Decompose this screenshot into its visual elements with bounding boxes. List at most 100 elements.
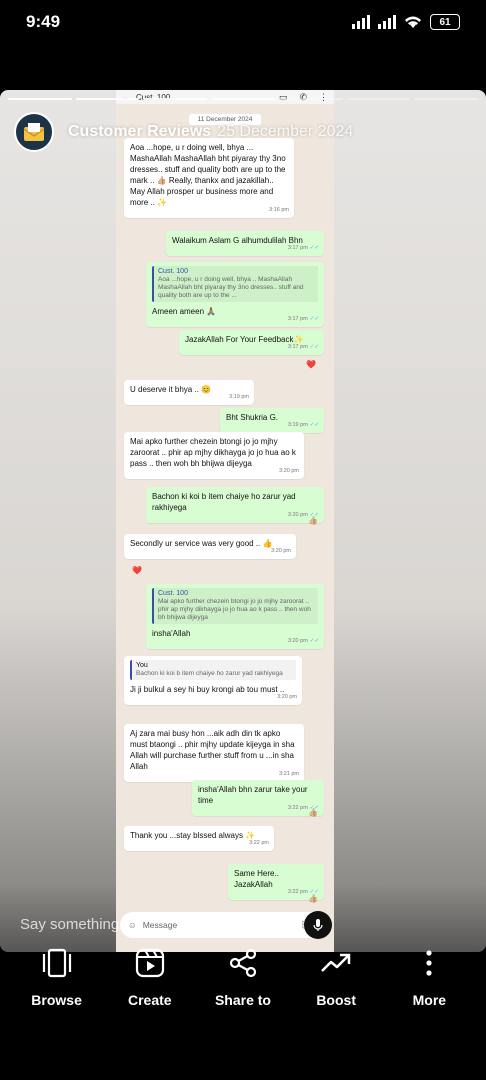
cell-signal-icon bbox=[352, 15, 370, 29]
chat-message: insha'Allah bhn zarur take your time 3:2… bbox=[192, 780, 324, 816]
read-ticks-icon: ✓✓ bbox=[309, 316, 319, 322]
progress-segment bbox=[346, 98, 411, 100]
browse-icon bbox=[41, 940, 73, 986]
message-text: Bachon ki koi b item chaiye ho zarur yad… bbox=[152, 492, 296, 512]
message-time: 3:20 pm bbox=[277, 694, 297, 700]
browse-label: Browse bbox=[31, 992, 82, 1008]
message-time: 3:20 pm bbox=[271, 548, 291, 554]
story-title[interactable]: Customer Reviews 25 December 2024 bbox=[68, 123, 353, 141]
quoted-message: You Bachon ki koi b item chaiye ho zarur… bbox=[130, 660, 296, 680]
chat-contact-name: Cust. 100 bbox=[136, 92, 171, 102]
browse-button[interactable]: Browse bbox=[17, 940, 97, 1040]
story-viewer[interactable]: ← Cust. 100 ▭ ✆ ⋮ 11 December 2024 Aoa .… bbox=[0, 90, 486, 952]
create-icon bbox=[135, 940, 165, 986]
chat-message: Cust. 100 Aoa ...hope, u r doing well, b… bbox=[146, 262, 324, 327]
back-arrow-icon: ← bbox=[122, 92, 130, 102]
chat-message: You Bachon ki koi b item chaiye ho zarur… bbox=[124, 656, 302, 705]
quoted-message: Cust. 100 Aoa ...hope, u r doing well, b… bbox=[152, 266, 318, 302]
message-time: 3:17 pm bbox=[287, 316, 308, 322]
quote-text: Mai apko further chezein btongi jo jo mj… bbox=[158, 598, 311, 621]
share-to-label: Share to bbox=[214, 992, 271, 1008]
boost-button[interactable]: Boost bbox=[296, 940, 376, 1040]
chat-input-placeholder: Message bbox=[142, 920, 178, 930]
reaction-thumbs-up-icon: 👍🏼 bbox=[308, 808, 318, 817]
more-button[interactable]: More bbox=[389, 940, 469, 1040]
progress-segment bbox=[143, 98, 208, 100]
reaction-heart-icon: ❤️ bbox=[132, 566, 142, 575]
message-text: Ji ji bulkul a sey hi buy krongi ab tou … bbox=[130, 685, 285, 694]
chat-message: JazakAllah For Your Feedback✨ 3:17 pm ✓✓ bbox=[179, 330, 324, 355]
progress-segment bbox=[211, 98, 275, 100]
message-text: Same Here.. JazakAllah bbox=[234, 869, 279, 889]
message-text: Aj zara mai busy hon ...aik adh din tk a… bbox=[130, 729, 295, 771]
reaction-thumbs-up-icon: 👍🏼 bbox=[308, 516, 318, 525]
quote-text: Aoa ...hope, u r doing well, bhya .. Mas… bbox=[158, 276, 304, 299]
avatar[interactable] bbox=[14, 112, 54, 152]
create-label: Create bbox=[127, 992, 172, 1008]
message-text: U deserve it bhya .. 😊 bbox=[130, 385, 212, 394]
message-text: Thank you ...stay blssed always ✨ bbox=[130, 831, 256, 840]
boost-icon bbox=[320, 940, 352, 986]
chat-message: Mai apko further chezein btongi jo jo mj… bbox=[124, 432, 304, 479]
chat-message: Bachon ki koi b item chaiye ho zarur yad… bbox=[146, 487, 324, 523]
message-time: 3:22 pm bbox=[249, 840, 269, 846]
message-text: JazakAllah For Your Feedback✨ bbox=[185, 335, 304, 344]
action-bar: Browse Create Share to Boost More bbox=[0, 940, 486, 1040]
message-time: 3:19 pm bbox=[287, 422, 308, 428]
message-text: insha'Allah bbox=[152, 629, 191, 638]
message-time: 3:21 pm bbox=[279, 771, 299, 777]
chat-message: Bht Shukria G. 3:19 pm ✓✓ bbox=[220, 408, 324, 433]
status-icons: 61 bbox=[352, 14, 460, 30]
story-progress bbox=[8, 98, 479, 100]
chat-screenshot: ← Cust. 100 ▭ ✆ ⋮ 11 December 2024 Aoa .… bbox=[116, 90, 334, 952]
message-time: 3:22 pm bbox=[287, 889, 308, 895]
quote-author: Cust. 100 bbox=[158, 590, 188, 597]
reaction-thumbs-up-icon: 👍🏼 bbox=[308, 894, 318, 903]
wifi-icon bbox=[405, 16, 421, 28]
chat-message: Thank you ...stay blssed always ✨ 3:22 p… bbox=[124, 826, 274, 851]
message-text: Bht Shukria G. bbox=[226, 413, 279, 422]
chat-message: Secondly ur service was very good .. 👍 3… bbox=[124, 534, 296, 559]
message-text: insha'Allah bhn zarur take your time bbox=[198, 785, 308, 805]
chat-header: ← Cust. 100 ▭ ✆ ⋮ bbox=[116, 90, 334, 104]
message-text: Walaikum Aslam G alhumdulilah Bhn bbox=[172, 236, 303, 245]
progress-segment bbox=[75, 98, 140, 100]
progress-segment bbox=[8, 98, 72, 100]
cell-signal-2-icon bbox=[378, 15, 396, 29]
quoted-message: Cust. 100 Mai apko further chezein btong… bbox=[152, 588, 318, 624]
story-header: Customer Reviews 25 December 2024 bbox=[14, 112, 353, 152]
message-time: 3:17 pm bbox=[287, 245, 308, 251]
phone-icon: ✆ bbox=[299, 91, 307, 102]
message-time: 3:20 pm bbox=[287, 638, 308, 644]
video-call-icon: ▭ bbox=[278, 91, 288, 102]
read-ticks-icon: ✓✓ bbox=[309, 245, 319, 251]
read-ticks-icon: ✓✓ bbox=[309, 344, 319, 350]
create-button[interactable]: Create bbox=[110, 940, 190, 1040]
microphone-icon bbox=[304, 911, 332, 939]
message-text: Aoa ...hope, u r doing well, bhya ... Ma… bbox=[130, 143, 286, 207]
more-label: More bbox=[412, 992, 447, 1008]
progress-segment bbox=[278, 98, 343, 100]
story-reply-input[interactable]: Say something... bbox=[20, 916, 132, 933]
share-icon bbox=[228, 940, 258, 986]
message-time: 3:20 pm bbox=[287, 512, 308, 518]
read-ticks-icon: ✓✓ bbox=[309, 422, 319, 428]
read-ticks-icon: ✓✓ bbox=[309, 638, 319, 644]
quote-author: Cust. 100 bbox=[158, 268, 188, 275]
message-text: Mai apko further chezein btongi jo jo mj… bbox=[130, 437, 296, 468]
chat-message: Aj zara mai busy hon ...aik adh din tk a… bbox=[124, 724, 304, 782]
chat-message: Walaikum Aslam G alhumdulilah Bhn 3:17 p… bbox=[166, 231, 324, 256]
story-date: 25 December 2024 bbox=[217, 123, 354, 140]
share-to-button[interactable]: Share to bbox=[203, 940, 283, 1040]
message-time: 3:22 pm bbox=[287, 805, 308, 811]
reaction-heart-icon: ❤️ bbox=[306, 360, 316, 369]
message-time: 3:17 pm bbox=[287, 344, 308, 350]
quote-author: You bbox=[136, 662, 148, 669]
kebab-menu-icon: ⋮ bbox=[319, 91, 328, 102]
boost-label: Boost bbox=[316, 992, 356, 1008]
more-icon bbox=[425, 940, 433, 986]
message-time: 3:20 pm bbox=[279, 468, 299, 474]
battery-indicator: 61 bbox=[430, 14, 460, 30]
story-title-text: Customer Reviews bbox=[68, 123, 212, 140]
quote-text: Bachon ki koi b item chaiye ho zarur yad… bbox=[136, 670, 283, 677]
